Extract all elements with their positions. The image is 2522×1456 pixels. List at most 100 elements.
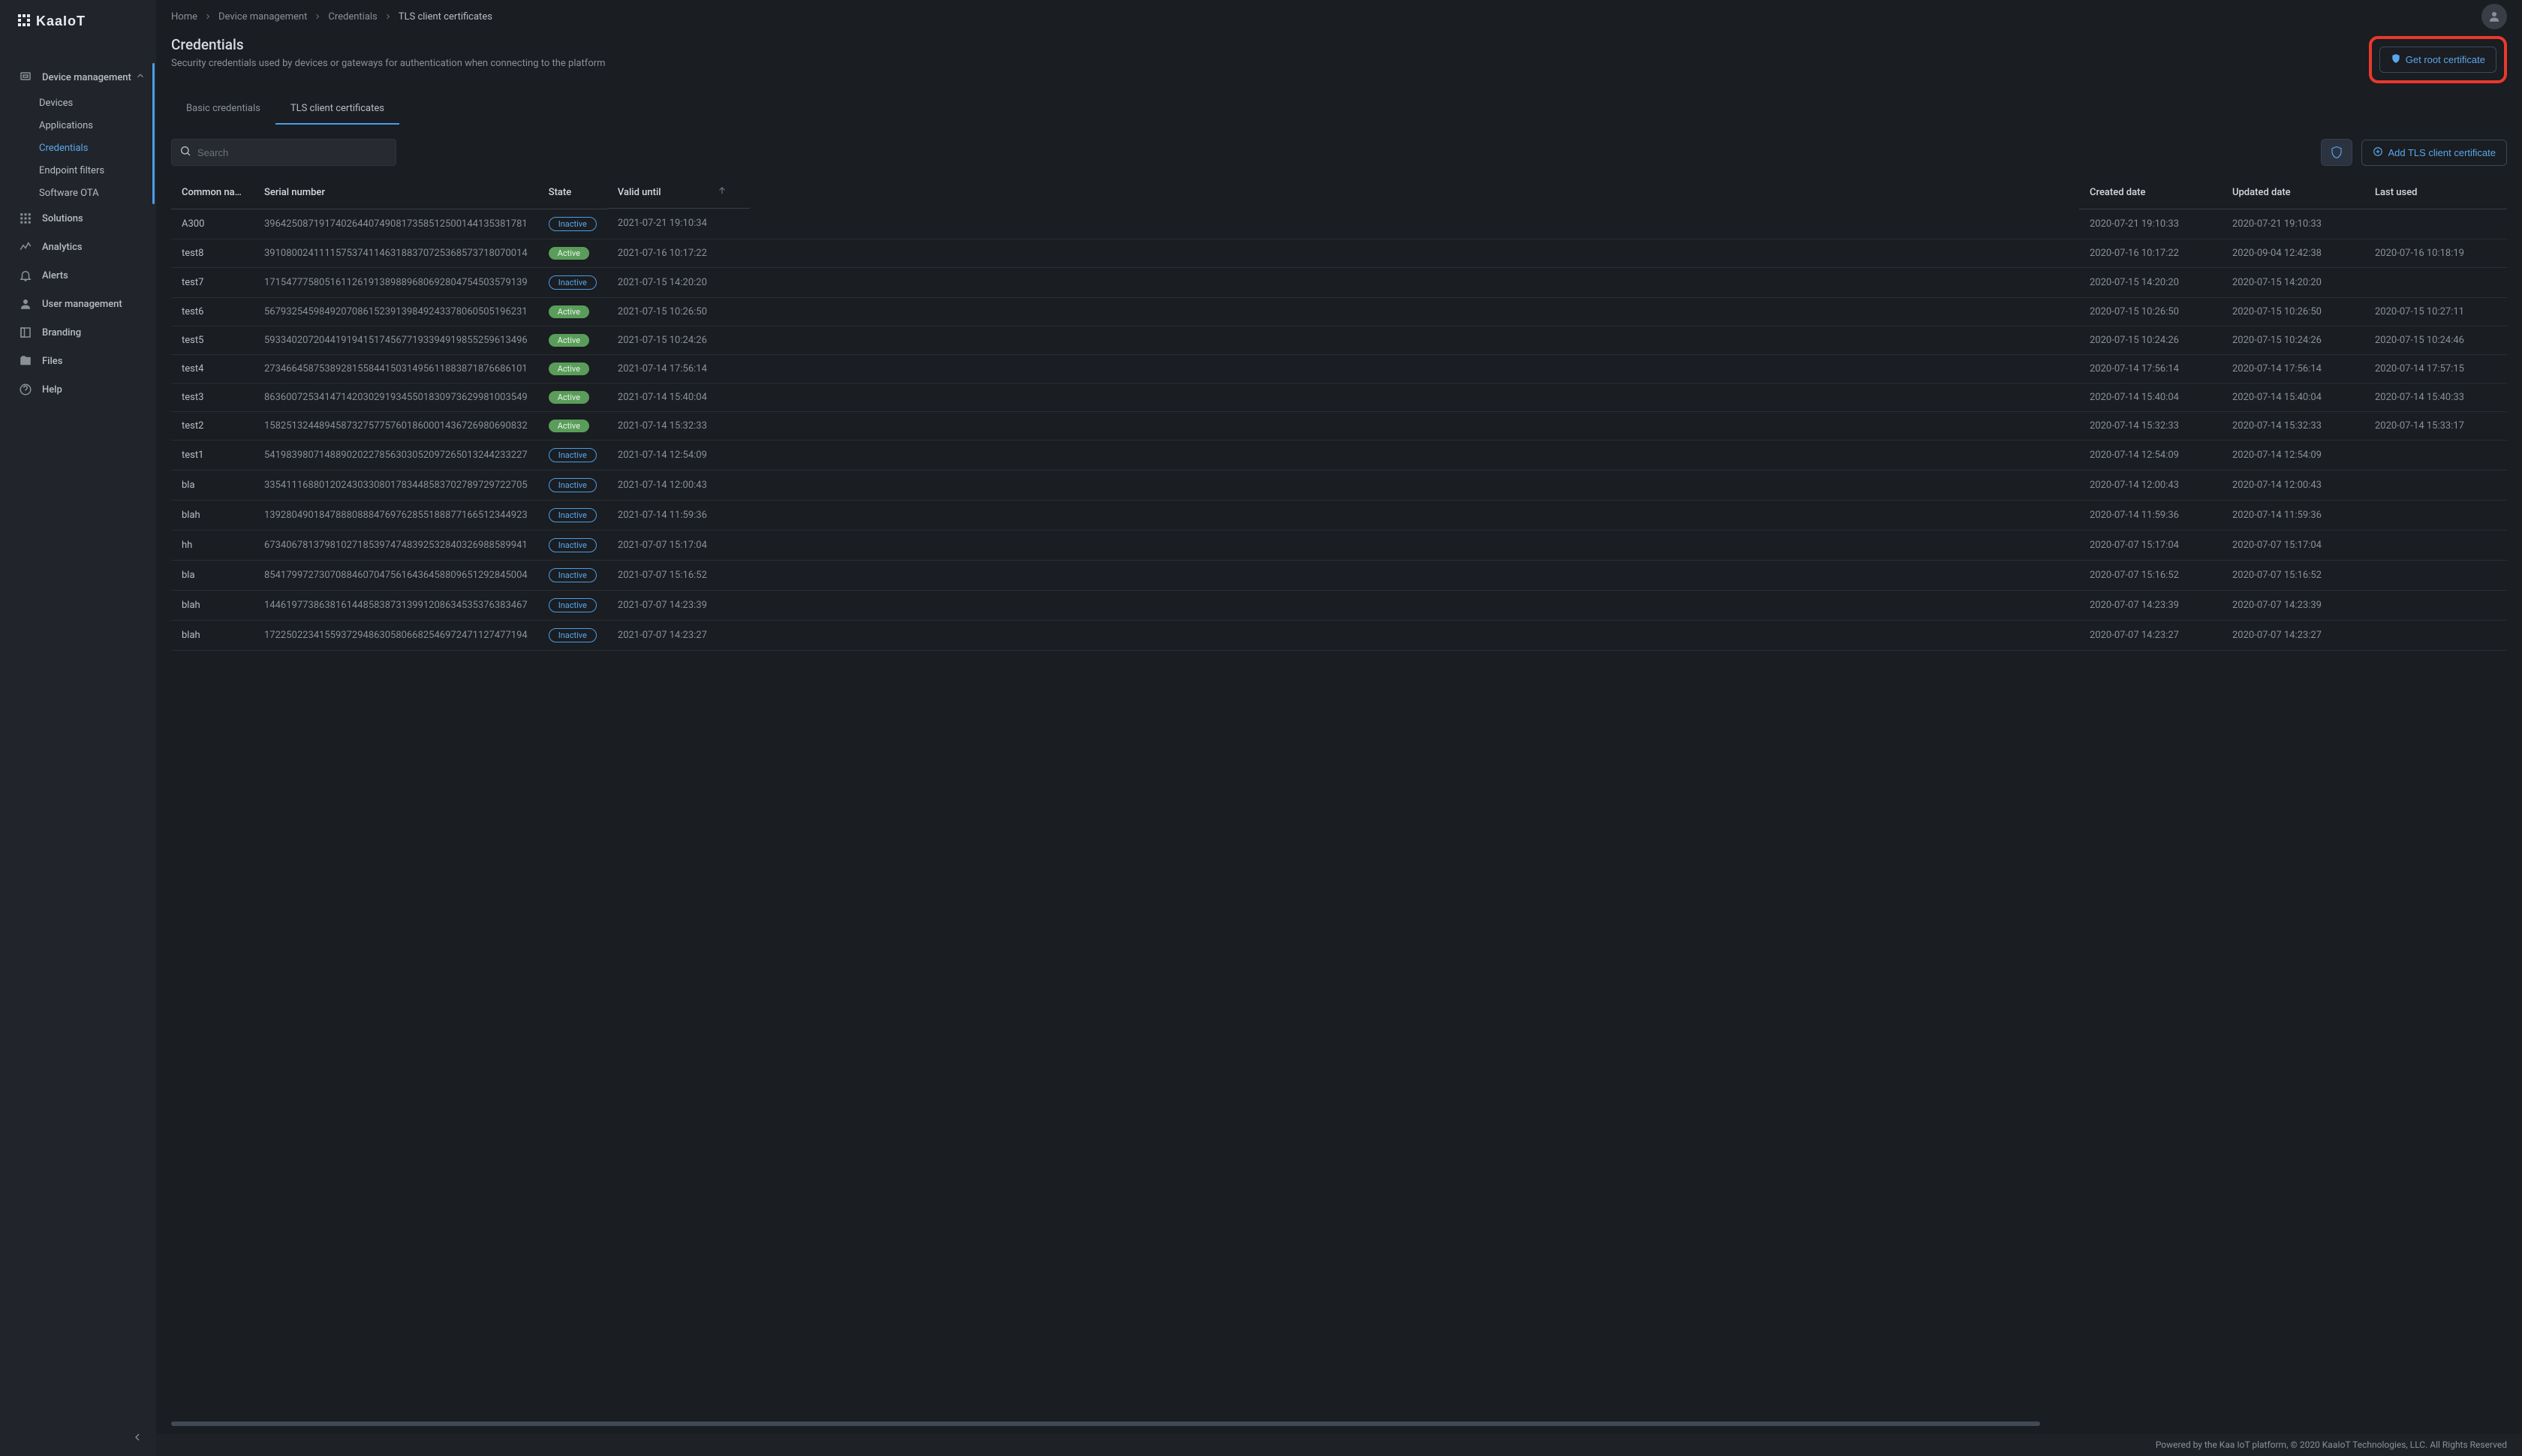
cell-updated: 2020-07-07 15:17:04: [2222, 530, 2364, 560]
cell-updated: 2020-07-15 14:20:20: [2222, 267, 2364, 297]
sidebar-item-label: Branding: [42, 327, 146, 338]
table-row[interactable]: bla3354111688012024303308017834485837027…: [171, 470, 2507, 500]
table-row[interactable]: test839108002411115753741146318837072536…: [171, 239, 2507, 267]
table-row[interactable]: blah139280490184788808884769762855188877…: [171, 500, 2507, 530]
col-updated[interactable]: Updated date: [2222, 176, 2364, 209]
cell-updated: 2020-07-07 15:16:52: [2222, 560, 2364, 590]
sidebar-item-label: Analytics: [42, 242, 146, 253]
tab-basic-credentials[interactable]: Basic credentials: [171, 95, 275, 125]
breadcrumb-credentials[interactable]: Credentials: [328, 11, 377, 23]
cell-created: 2020-07-15 10:24:26: [2079, 326, 2222, 354]
sidebar-item-solutions[interactable]: Solutions: [0, 204, 156, 233]
cell-valid: 2021-07-15 14:20:20: [607, 267, 2079, 297]
cell-common-name: test7: [171, 267, 254, 297]
cell-state: Inactive: [538, 560, 607, 590]
table-row[interactable]: test386360072534147142030291934550183097…: [171, 383, 2507, 411]
nav-icon: [18, 211, 33, 226]
table-row[interactable]: hh67340678137981027185397474839253284032…: [171, 530, 2507, 560]
table-row[interactable]: blah172250223415593729486305806682546972…: [171, 620, 2507, 650]
cell-valid: 2021-07-15 10:26:50: [607, 297, 2079, 326]
sidebar-item-analytics[interactable]: Analytics: [0, 233, 156, 261]
main: Home Device management Credentials TLS clie…: [156, 0, 2522, 1456]
cell-last-used: [2364, 500, 2507, 530]
sidebar-sub-endpoint-filters[interactable]: Endpoint filters: [0, 159, 156, 182]
table-row[interactable]: blah144619773863816144858387313991208634…: [171, 590, 2507, 620]
cell-common-name: test6: [171, 297, 254, 326]
col-valid-until[interactable]: Valid until: [607, 176, 750, 209]
get-root-certificate-button[interactable]: Get root certificate: [2379, 47, 2496, 73]
table-row[interactable]: test427346645875389281558441503149561188…: [171, 354, 2507, 383]
logo[interactable]: KaaIoT: [0, 0, 156, 42]
cell-common-name: test1: [171, 440, 254, 470]
cell-serial: 1582513244894587327577576018600014367269…: [254, 411, 538, 440]
cell-created: 2020-07-14 15:40:04: [2079, 383, 2222, 411]
sidebar-item-label: Solutions: [42, 213, 146, 224]
breadcrumb-home[interactable]: Home: [171, 11, 197, 23]
table-scroll[interactable]: Common na… Serial number State Valid unt…: [171, 176, 2507, 1421]
col-serial[interactable]: Serial number: [254, 176, 538, 209]
sidebar-sub-credentials[interactable]: Credentials: [0, 137, 156, 159]
nav-icon: [18, 296, 33, 311]
sidebar: KaaIoT Device managementDevicesApplicati…: [0, 0, 156, 1456]
cell-valid: 2021-07-16 10:17:22: [607, 239, 2079, 267]
table-row[interactable]: bla8541799727307088460704756164364588096…: [171, 560, 2507, 590]
col-state[interactable]: State: [538, 176, 607, 209]
cell-updated: 2020-07-14 12:00:43: [2222, 470, 2364, 500]
profile-button[interactable]: [2481, 4, 2507, 29]
cell-serial: 1715477758051611261913898896806928047545…: [254, 267, 538, 297]
cell-created: 2020-07-14 11:59:36: [2079, 500, 2222, 530]
cell-serial: 8541799727307088460704756164364588096512…: [254, 560, 538, 590]
chevron-right-icon: [384, 12, 393, 21]
col-common-name[interactable]: Common na…: [171, 176, 254, 209]
sidebar-collapse-button[interactable]: [126, 1426, 149, 1448]
page-title: Credentials: [171, 36, 606, 53]
cell-created: 2020-07-15 10:26:50: [2079, 297, 2222, 326]
add-tls-certificate-button[interactable]: Add TLS client certificate: [2361, 140, 2507, 166]
cell-created: 2020-07-21 19:10:33: [2079, 209, 2222, 239]
status-badge: Active: [549, 362, 589, 375]
col-created[interactable]: Created date: [2079, 176, 2222, 209]
table-row[interactable]: test656793254598492070861523913984924337…: [171, 297, 2507, 326]
search-icon: [179, 145, 191, 160]
sidebar-sub-applications[interactable]: Applications: [0, 114, 156, 137]
col-last-used[interactable]: Last used: [2364, 176, 2507, 209]
tab-tls-client-certificates[interactable]: TLS client certificates: [275, 95, 399, 125]
horizontal-scrollbar[interactable]: [171, 1421, 2507, 1426]
shield-filter-button[interactable]: [2321, 139, 2352, 166]
table-row[interactable]: test154198398071488902022785630305209726…: [171, 440, 2507, 470]
sidebar-item-branding[interactable]: Branding: [0, 318, 156, 347]
cell-serial: 1722502234155937294863058066825469724711…: [254, 620, 538, 650]
cell-updated: 2020-07-14 17:56:14: [2222, 354, 2364, 383]
cell-common-name: bla: [171, 470, 254, 500]
cell-valid: 2021-07-14 11:59:36: [607, 500, 2079, 530]
search-box[interactable]: [171, 139, 396, 166]
status-badge: Active: [549, 420, 589, 432]
sidebar-item-help[interactable]: Help: [0, 375, 156, 404]
status-badge: Inactive: [549, 628, 597, 642]
sidebar-item-device-management[interactable]: Device management: [0, 63, 156, 92]
cell-serial: 5419839807148890202278563030520972650132…: [254, 440, 538, 470]
cell-valid: 2021-07-14 17:56:14: [607, 354, 2079, 383]
table-row[interactable]: A300396425087191740264407490817358512500…: [171, 209, 2507, 239]
device-icon: [18, 70, 33, 85]
cell-last-used: [2364, 470, 2507, 500]
table-row[interactable]: test215825132448945873275775760186000143…: [171, 411, 2507, 440]
plus-circle-icon: [2373, 146, 2383, 159]
certificates-table: Common na… Serial number State Valid unt…: [171, 176, 2507, 651]
cell-common-name: hh: [171, 530, 254, 560]
table-row[interactable]: test717154777580516112619138988968069280…: [171, 267, 2507, 297]
breadcrumb-device-management[interactable]: Device management: [218, 11, 307, 23]
cell-created: 2020-07-15 14:20:20: [2079, 267, 2222, 297]
cell-last-used: [2364, 530, 2507, 560]
table-row[interactable]: test559334020720441919415174567719339491…: [171, 326, 2507, 354]
cell-created: 2020-07-16 10:17:22: [2079, 239, 2222, 267]
cell-serial: 3354111688012024303308017834485837027897…: [254, 470, 538, 500]
sidebar-sub-devices[interactable]: Devices: [0, 92, 156, 114]
cell-state: Active: [538, 383, 607, 411]
sidebar-item-user-management[interactable]: User management: [0, 290, 156, 318]
sidebar-item-files[interactable]: Files: [0, 347, 156, 375]
search-input[interactable]: [197, 147, 388, 158]
cell-created: 2020-07-07 15:17:04: [2079, 530, 2222, 560]
sidebar-sub-software-ota[interactable]: Software OTA: [0, 182, 156, 204]
sidebar-item-alerts[interactable]: Alerts: [0, 261, 156, 290]
